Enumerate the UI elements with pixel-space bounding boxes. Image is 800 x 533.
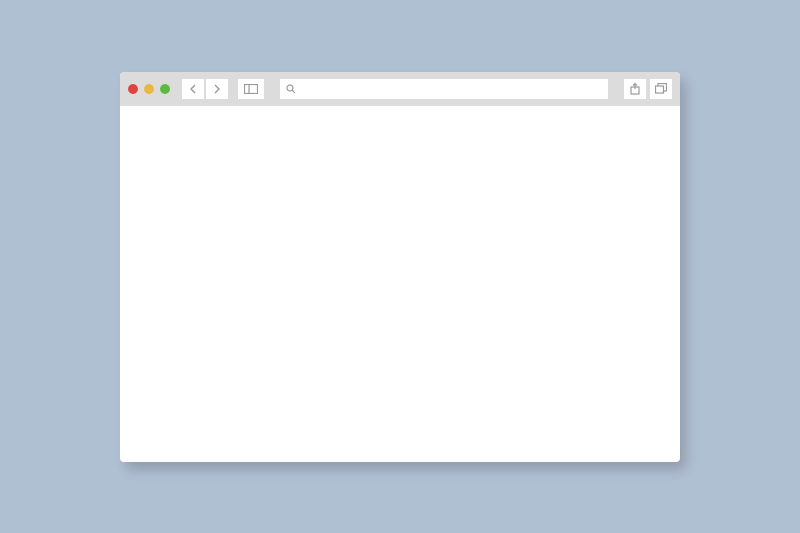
right-toolbar-group [624, 79, 672, 99]
navigation-group [182, 79, 228, 99]
chevron-right-icon [213, 84, 221, 94]
close-button[interactable] [128, 84, 138, 94]
chevron-left-icon [189, 84, 197, 94]
toolbar [120, 72, 680, 106]
share-button[interactable] [624, 79, 646, 99]
tabs-button[interactable] [650, 79, 672, 99]
traffic-lights [128, 84, 170, 94]
viewport [120, 106, 680, 462]
search-icon [286, 84, 296, 94]
share-icon [630, 83, 640, 95]
minimize-button[interactable] [144, 84, 154, 94]
tabs-icon [655, 83, 667, 94]
forward-button[interactable] [206, 79, 228, 99]
address-bar[interactable] [280, 79, 608, 99]
back-button[interactable] [182, 79, 204, 99]
sidebar-toggle-button[interactable] [238, 79, 264, 99]
sidebar-icon [244, 84, 258, 94]
address-input[interactable] [300, 83, 602, 95]
maximize-button[interactable] [160, 84, 170, 94]
browser-window [120, 72, 680, 462]
